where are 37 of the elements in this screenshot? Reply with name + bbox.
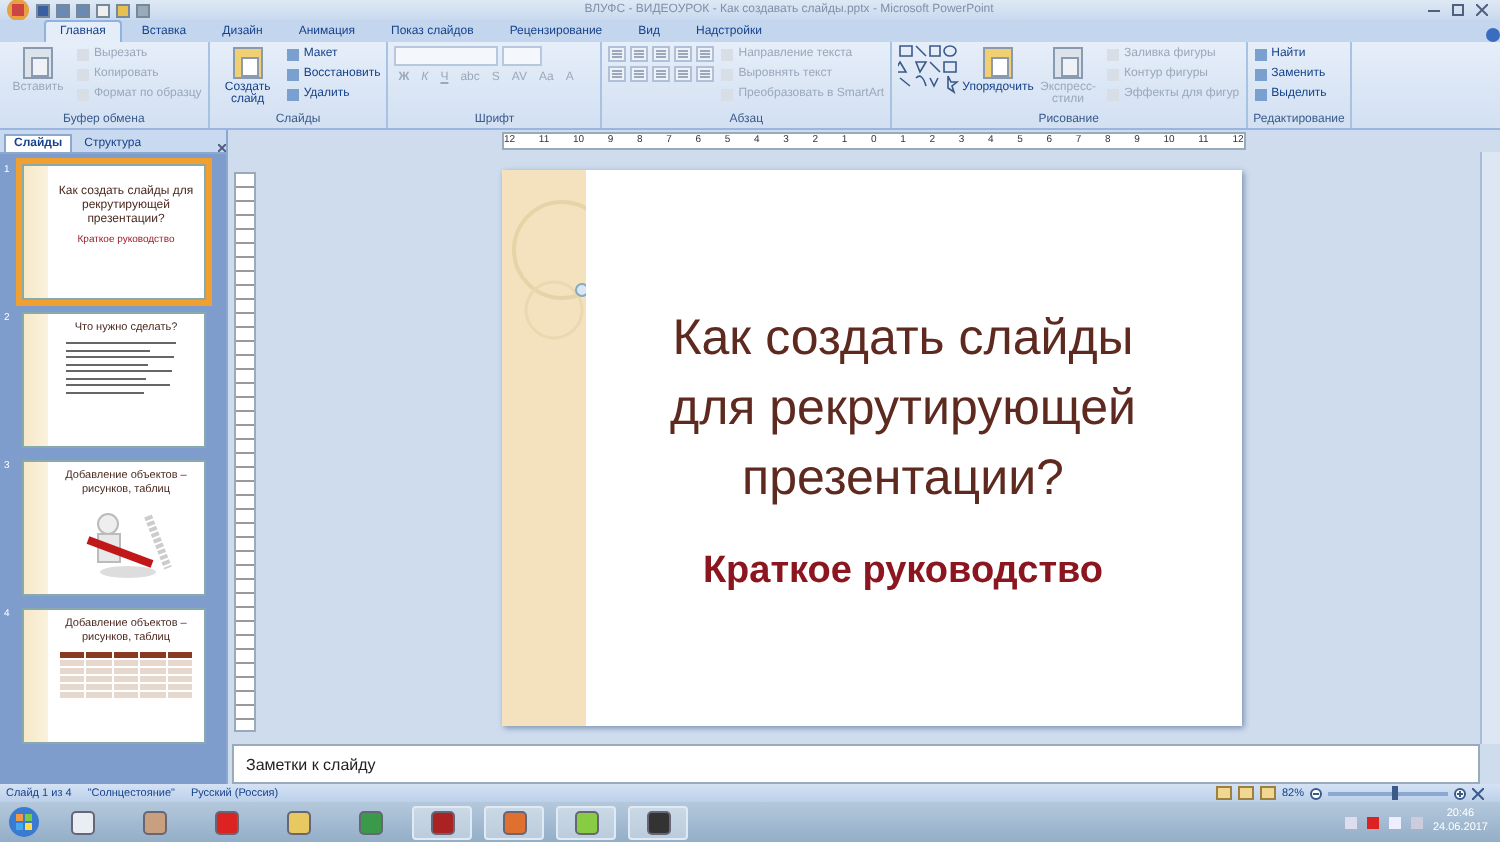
font-size-field[interactable] (502, 46, 543, 66)
notes-field[interactable]: Заметки к слайду (232, 744, 1480, 784)
start-button[interactable] (8, 806, 40, 838)
paragraph-lines-icon[interactable] (608, 66, 627, 82)
close-icon[interactable] (218, 144, 226, 152)
slide-subtitle: Краткое руководство (702, 549, 1104, 593)
paragraph-lines-icon[interactable] (630, 46, 649, 62)
zoom-slider-thumb[interactable] (1391, 785, 1397, 799)
paragraph-lines-icon[interactable] (696, 46, 715, 62)
ribbon-item-icon (20, 46, 56, 80)
maximize-icon[interactable] (1452, 4, 1464, 16)
scrollbar[interactable] (1480, 152, 1500, 744)
paragraph-lines-icon[interactable] (608, 46, 627, 62)
paragraph-lines-icon[interactable] (674, 46, 693, 62)
paragraph-lines-icon[interactable] (652, 66, 671, 82)
paragraph-lines-icon[interactable] (652, 46, 671, 62)
ribbon-item-icon (1050, 46, 1087, 80)
close-icon[interactable] (1476, 4, 1488, 16)
shapes-gallery[interactable] (898, 44, 961, 94)
fit-window-icon[interactable] (1472, 787, 1484, 799)
minimize-icon[interactable] (1428, 4, 1440, 16)
thumbnail-stripe (24, 610, 48, 742)
paragraph-lines-icon[interactable] (674, 66, 693, 82)
paragraph-lines-icon[interactable] (696, 66, 715, 82)
slide-title: Как создать слайды для рекрутирующей презентации? (668, 307, 1138, 509)
zoom-in-icon[interactable] (1454, 787, 1466, 799)
table-drawing (60, 652, 192, 698)
zoom-out-icon[interactable] (1310, 787, 1322, 799)
thumbnail-stripe (24, 166, 48, 298)
ribbon-item-icon (980, 46, 1017, 80)
thumbnail-stripe (24, 462, 48, 594)
paragraph-lines-icon[interactable] (630, 66, 649, 82)
font-name-field[interactable] (394, 46, 499, 66)
thumbnail-stripe (24, 314, 48, 446)
ribbon-item-icon (229, 46, 266, 80)
notes-placeholder: Заметки к слайду (246, 755, 376, 773)
office-logo-icon[interactable] (6, 0, 30, 22)
